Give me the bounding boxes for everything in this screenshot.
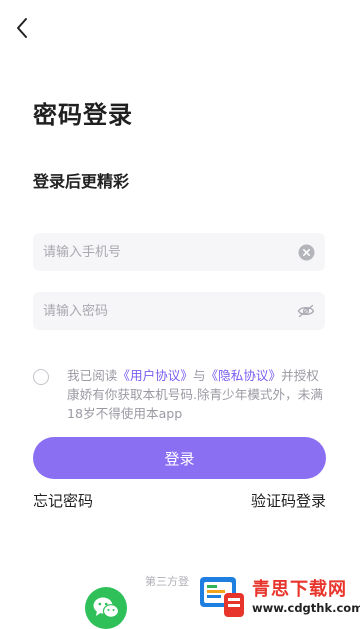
- privacy-policy-link[interactable]: 《隐私协议》: [206, 368, 282, 383]
- watermark-url: www.cdgthk.com: [252, 601, 360, 615]
- phone-field: [33, 233, 325, 271]
- third-party-login-label: 第三方登: [145, 575, 189, 588]
- eye-hidden-icon[interactable]: [297, 302, 315, 320]
- agreement-text: 我已阅读《用户协议》与《隐私协议》并授权康娇有你获取本机号码.除青少年模式外，未…: [67, 366, 328, 423]
- chevron-left-icon: [17, 18, 27, 38]
- watermark: 青思下载网 www.cdgthk.com: [198, 573, 360, 621]
- page-subtitle: 登录后更精彩: [33, 172, 130, 191]
- sms-login-link[interactable]: 验证码登录: [251, 490, 326, 511]
- agreement-prefix: 我已阅读: [67, 368, 118, 383]
- wechat-login-button[interactable]: [85, 587, 127, 629]
- agreement-and: 与: [192, 368, 206, 383]
- wechat-icon: [93, 597, 120, 618]
- password-field: [33, 292, 325, 330]
- phone-input[interactable]: [43, 233, 297, 271]
- agreement-checkbox[interactable]: [33, 369, 49, 385]
- login-button[interactable]: 登录: [33, 437, 326, 479]
- watermark-name: 青思下载网: [252, 579, 347, 600]
- password-input[interactable]: [43, 292, 297, 330]
- back-button[interactable]: [10, 16, 34, 40]
- page-title: 密码登录: [33, 101, 133, 129]
- agreement-row: 我已阅读《用户协议》与《隐私协议》并授权康娇有你获取本机号码.除青少年模式外，未…: [33, 366, 328, 423]
- user-agreement-link[interactable]: 《用户协议》: [117, 368, 193, 383]
- clear-circle-icon[interactable]: [297, 243, 315, 261]
- forgot-password-link[interactable]: 忘记密码: [33, 490, 93, 511]
- watermark-logo-icon: [200, 577, 244, 617]
